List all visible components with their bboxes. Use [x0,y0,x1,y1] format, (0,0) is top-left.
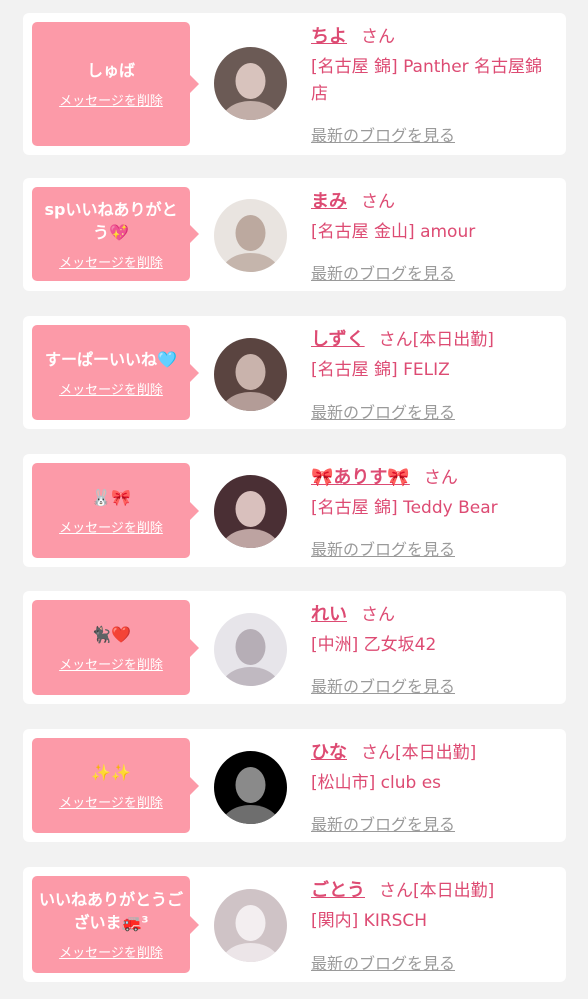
honorific: さん [361,192,395,212]
delete-message-link[interactable]: メッセージを削除 [59,942,163,961]
delete-message-link[interactable]: メッセージを削除 [59,90,163,109]
message-text: 🐈‍⬛❤️ [91,624,131,644]
avatar[interactable] [214,338,287,411]
cast-info: れい さん [中洲] 乙女坂42 [311,602,558,659]
cast-info: ちよ さん [名古屋 錦] Panther 名古屋錦店 [311,24,558,108]
avatar[interactable] [214,613,287,686]
cast-name-link[interactable]: ごとう [311,880,365,901]
delete-message-link[interactable]: メッセージを削除 [59,379,163,398]
message-bubble: 🐰🎀 メッセージを削除 [32,463,199,558]
message-card: 🐰🎀 メッセージを削除 🎀ありす🎀 さん [名古屋 錦] Teddy Bear 最… [23,454,566,567]
message-card: しゅば メッセージを削除 ちよ さん [名古屋 錦] Panther 名古屋錦店 … [23,13,566,155]
shop-name: [名古屋 錦] Panther 名古屋錦店 [311,57,543,104]
message-card: いいねありがとうございま🚒³ メッセージを削除 ごとう さん[本日出勤] [関内]… [23,867,566,982]
message-text: 🐰🎀 [91,487,131,507]
message-card: ✨✨ メッセージを削除 ひな さん[本日出勤] [松山市] club es 最新の… [23,729,566,842]
message-text: しゅば [86,61,135,80]
delete-message-link[interactable]: メッセージを削除 [59,792,163,811]
avatar[interactable] [214,475,287,548]
shop-name: [松山市] club es [311,773,442,793]
status-badge: [本日出勤] [395,743,477,763]
shop-name: [名古屋 錦] Teddy Bear [311,498,498,518]
honorific: さん [378,330,413,350]
delete-message-link[interactable]: メッセージを削除 [59,654,163,673]
message-text: いいねありがとうございま🚒³ [38,890,183,932]
latest-blog-link[interactable]: 最新のブログを見る [311,811,455,835]
honorific: さん [361,27,395,47]
shop-name: [関内] KIRSCH [311,911,428,931]
cast-info: 🎀ありす🎀 さん [名古屋 錦] Teddy Bear [311,465,558,522]
cast-info: ひな さん[本日出勤] [松山市] club es [311,740,558,797]
cast-name-link[interactable]: ひな [311,742,347,763]
cast-name-link[interactable]: しずく [311,329,365,350]
cast-name-link[interactable]: れい [311,604,347,625]
avatar[interactable] [214,199,287,272]
cast-info: ごとう さん[本日出勤] [関内] KIRSCH [311,878,558,935]
cast-name-link[interactable]: まみ [311,191,347,212]
latest-blog-link[interactable]: 最新のブログを見る [311,950,455,974]
message-bubble: 🐈‍⬛❤️ メッセージを削除 [32,600,199,695]
latest-blog-link[interactable]: 最新のブログを見る [311,122,455,146]
message-bubble: ✨✨ メッセージを削除 [32,738,199,833]
latest-blog-link[interactable]: 最新のブログを見る [311,260,455,284]
cast-info: しずく さん[本日出勤] [名古屋 錦] FELIZ [311,327,558,384]
avatar[interactable] [214,889,287,962]
message-bubble: しゅば メッセージを削除 [32,22,199,146]
cast-name-link[interactable]: ちよ [311,26,347,47]
message-bubble: spいいねありがとう💖 メッセージを削除 [32,187,199,281]
cast-name-link[interactable]: 🎀ありす🎀 [311,467,410,488]
status-badge: [本日出勤] [412,330,494,350]
delete-message-link[interactable]: メッセージを削除 [59,252,163,271]
latest-blog-link[interactable]: 最新のブログを見る [311,673,455,697]
message-bubble: すーぱーいいね🩵 メッセージを削除 [32,325,199,420]
message-card: すーぱーいいね🩵 メッセージを削除 しずく さん[本日出勤] [名古屋 錦] FE… [23,316,566,429]
message-text: すーぱーいいね🩵 [45,349,177,369]
honorific: さん [379,881,413,901]
latest-blog-link[interactable]: 最新のブログを見る [311,536,455,560]
avatar[interactable] [214,47,287,120]
cast-info: まみ さん [名古屋 金山] amour [311,189,558,246]
shop-name: [名古屋 錦] FELIZ [311,360,450,380]
status-badge: [本日出勤] [413,881,495,901]
message-text: spいいねありがとう💖 [44,199,178,242]
message-card: 🐈‍⬛❤️ メッセージを削除 れい さん [中洲] 乙女坂42 最新のブログを見る [23,591,566,704]
message-card: spいいねありがとう💖 メッセージを削除 まみ さん [名古屋 金山] amour… [23,178,566,291]
honorific: さん [423,468,458,488]
shop-name: [名古屋 金山] amour [311,222,476,242]
delete-message-link[interactable]: メッセージを削除 [59,517,163,536]
latest-blog-link[interactable]: 最新のブログを見る [311,399,455,423]
message-text: ✨✨ [91,762,131,782]
message-bubble: いいねありがとうございま🚒³ メッセージを削除 [32,876,199,973]
avatar[interactable] [214,751,287,824]
shop-name: [中洲] 乙女坂42 [311,635,437,655]
honorific: さん [361,605,395,625]
honorific: さん [361,743,395,763]
